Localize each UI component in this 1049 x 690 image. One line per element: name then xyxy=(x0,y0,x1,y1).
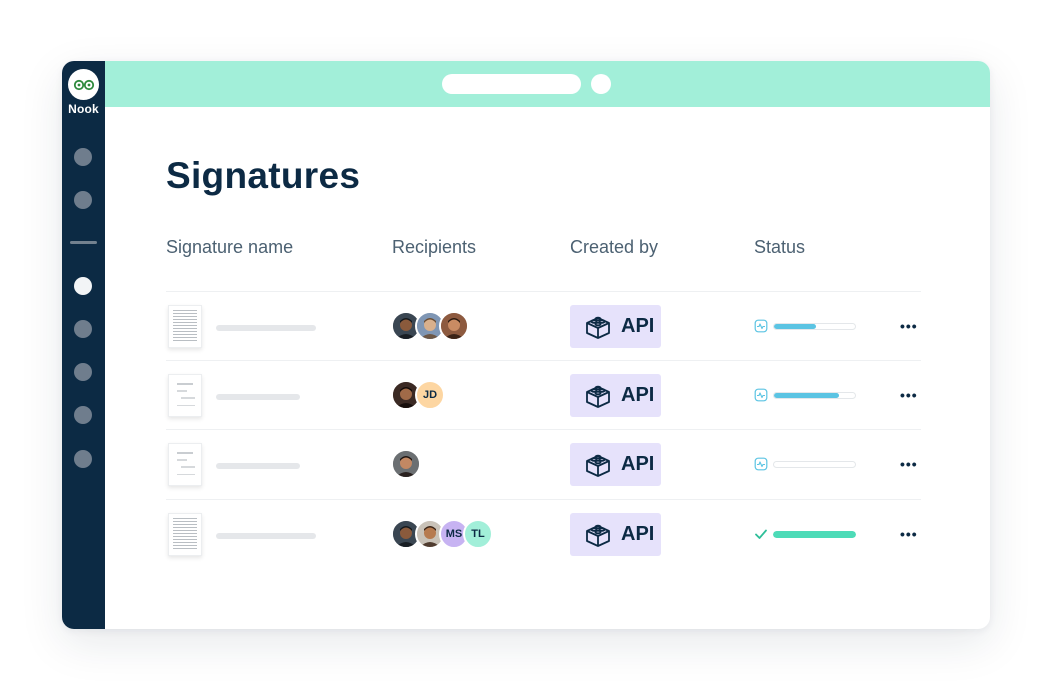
document-text-lines xyxy=(173,518,197,549)
sidebar-item-6[interactable] xyxy=(74,406,92,424)
activity-icon xyxy=(754,388,768,402)
sidebar-item-4[interactable] xyxy=(74,320,92,338)
lego-brick-icon xyxy=(586,524,610,547)
document-form-line xyxy=(177,459,187,461)
created-by-badge[interactable]: API xyxy=(570,305,661,348)
more-options-button[interactable]: ••• xyxy=(900,527,918,541)
created-by-badge[interactable]: API xyxy=(570,513,661,556)
sidebar-item-5[interactable] xyxy=(74,363,92,381)
main-content: Signatures Signature name Recipients Cre… xyxy=(105,107,990,629)
app-window: Nook Signatures Signature name Recipient… xyxy=(62,61,990,629)
avatar[interactable] xyxy=(439,311,469,341)
nook-logo[interactable] xyxy=(68,69,99,100)
person-photo-5 xyxy=(393,451,419,477)
sidebar-item-7[interactable] xyxy=(74,450,92,468)
owl-eyes-icon xyxy=(73,79,94,91)
sidebar-item-1[interactable] xyxy=(74,148,92,166)
browser-top-bar xyxy=(105,61,990,107)
page-title: Signatures xyxy=(166,155,361,196)
column-header-status[interactable]: Status xyxy=(754,237,805,258)
signature-name-placeholder[interactable] xyxy=(216,533,316,539)
document-thumbnail[interactable] xyxy=(168,305,202,348)
document-form-line xyxy=(181,397,195,399)
created-by-label: API xyxy=(621,315,655,337)
document-form-line xyxy=(177,383,193,385)
status-progress-bar xyxy=(773,323,856,330)
sidebar-divider xyxy=(70,241,97,244)
document-thumbnail[interactable] xyxy=(168,443,202,486)
table-row[interactable]: API ••• xyxy=(166,291,921,361)
avatar[interactable] xyxy=(391,449,421,479)
status-progress-bar xyxy=(773,461,856,468)
signature-name-placeholder[interactable] xyxy=(216,394,300,400)
person-photo-3 xyxy=(441,313,467,339)
document-form-line xyxy=(177,474,195,475)
document-form-line xyxy=(177,390,187,392)
created-by-badge[interactable]: API xyxy=(570,374,661,417)
document-form-line xyxy=(181,466,195,468)
lego-brick-icon xyxy=(586,316,610,339)
table-row[interactable]: API ••• xyxy=(166,429,921,499)
table-row[interactable]: MS TL API ••• xyxy=(166,499,921,569)
lego-brick-icon xyxy=(586,454,610,477)
created-by-label: API xyxy=(621,523,655,545)
created-by-label: API xyxy=(621,453,655,475)
status-progress-bar xyxy=(773,392,856,399)
more-options-button[interactable]: ••• xyxy=(900,388,918,402)
document-text-lines xyxy=(173,310,197,341)
column-header-created-by[interactable]: Created by xyxy=(570,237,658,258)
document-thumbnail[interactable] xyxy=(168,513,202,556)
avatar-initials[interactable]: JD xyxy=(415,380,445,410)
more-options-button[interactable]: ••• xyxy=(900,319,918,333)
document-thumbnail[interactable] xyxy=(168,374,202,417)
status-progress-fill xyxy=(774,324,817,329)
document-form-line xyxy=(177,452,193,454)
status-progress-fill xyxy=(774,393,839,398)
address-bar[interactable] xyxy=(442,74,581,94)
check-icon xyxy=(754,527,768,541)
sidebar-item-3-active[interactable] xyxy=(74,277,92,295)
table-row[interactable]: JD API ••• xyxy=(166,360,921,430)
status-progress-fill xyxy=(773,531,856,538)
document-form-line xyxy=(177,405,195,406)
more-options-button[interactable]: ••• xyxy=(900,457,918,471)
browser-action-dot[interactable] xyxy=(591,74,611,94)
created-by-label: API xyxy=(621,384,655,406)
column-header-signature-name[interactable]: Signature name xyxy=(166,237,293,258)
status-progress-bar xyxy=(773,531,856,538)
signature-name-placeholder[interactable] xyxy=(216,325,316,331)
sidebar: Nook xyxy=(62,61,105,629)
brand-name: Nook xyxy=(68,102,99,116)
activity-icon xyxy=(754,319,768,333)
signature-name-placeholder[interactable] xyxy=(216,463,300,469)
column-header-recipients[interactable]: Recipients xyxy=(392,237,476,258)
sidebar-item-2[interactable] xyxy=(74,191,92,209)
created-by-badge[interactable]: API xyxy=(570,443,661,486)
avatar-initials[interactable]: TL xyxy=(463,519,493,549)
lego-brick-icon xyxy=(586,385,610,408)
activity-icon xyxy=(754,457,768,471)
